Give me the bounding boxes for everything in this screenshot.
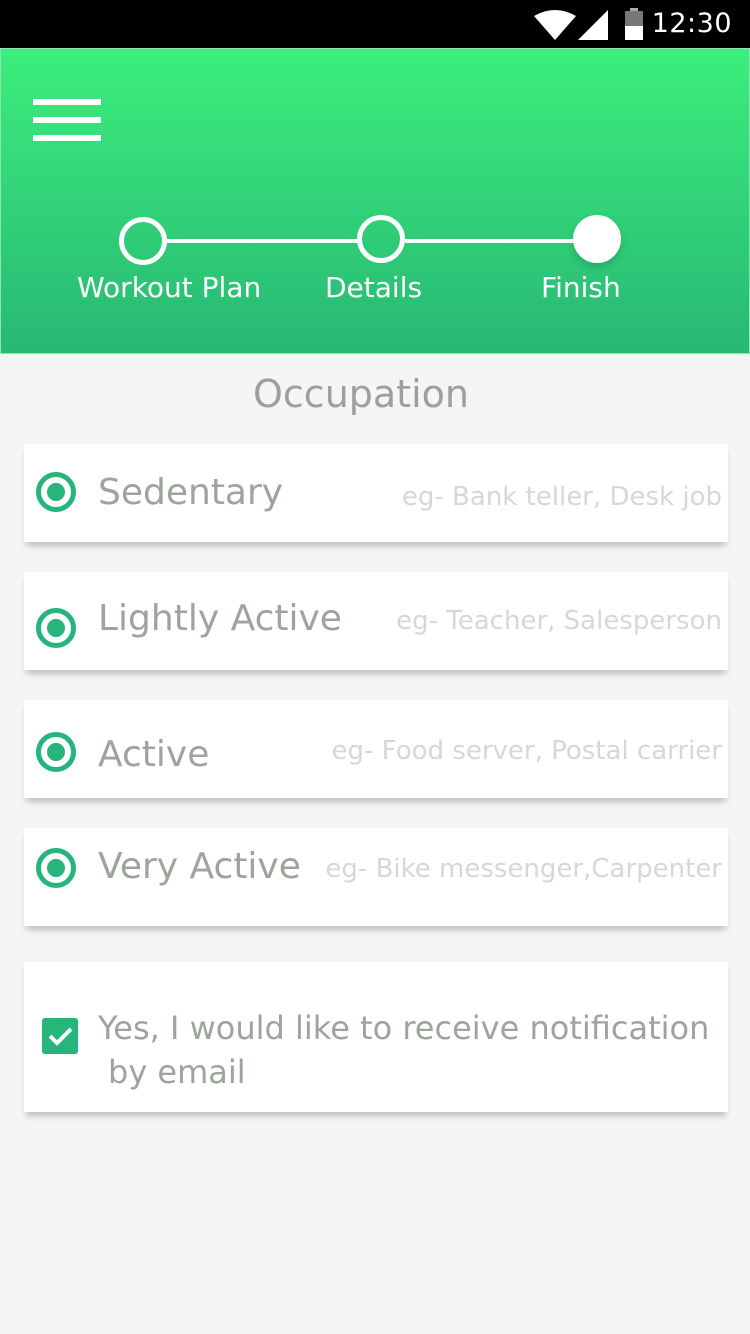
option-active[interactable]: Active eg- Food server, Postal carrier bbox=[24, 700, 728, 798]
notification-checkbox[interactable] bbox=[42, 1018, 78, 1054]
notification-line-1: Yes, I would like to receive notificatio… bbox=[98, 1009, 710, 1047]
radio-icon[interactable] bbox=[36, 732, 76, 772]
option-example: eg- Bike messenger,Carpenter bbox=[325, 854, 722, 884]
step-dot-workout-plan[interactable] bbox=[119, 217, 167, 265]
battery-icon bbox=[625, 8, 643, 40]
radio-icon[interactable] bbox=[36, 848, 76, 888]
option-sedentary[interactable]: Sedentary eg- Bank teller, Desk job bbox=[24, 444, 728, 542]
option-example: eg- Food server, Postal carrier bbox=[331, 736, 722, 766]
option-label: Active bbox=[98, 734, 210, 775]
option-label: Lightly Active bbox=[98, 598, 342, 639]
option-label: Sedentary bbox=[98, 472, 284, 513]
step-connector-1 bbox=[167, 239, 359, 243]
step-dot-finish[interactable] bbox=[573, 215, 621, 263]
notification-card: Yes, I would like to receive notificatio… bbox=[24, 962, 728, 1112]
occupation-title: Occupation bbox=[253, 372, 469, 416]
step-dot-details[interactable] bbox=[357, 215, 405, 263]
notification-line-2: by email bbox=[108, 1053, 246, 1091]
notification-label[interactable]: Yes, I would like to receive notificatio… bbox=[98, 1006, 718, 1094]
option-lightly-active[interactable]: Lightly Active eg- Teacher, Salesperson bbox=[24, 572, 728, 670]
checkmark-icon bbox=[48, 1027, 73, 1046]
option-example: eg- Teacher, Salesperson bbox=[396, 606, 722, 636]
radio-icon[interactable] bbox=[36, 608, 76, 648]
status-bar: 12:30 bbox=[0, 0, 750, 48]
hamburger-menu-icon[interactable] bbox=[33, 99, 103, 145]
option-very-active[interactable]: Very Active eg- Bike messenger,Carpenter bbox=[24, 828, 728, 926]
radio-icon[interactable] bbox=[36, 472, 76, 512]
cellular-signal-icon bbox=[578, 10, 608, 40]
step-label-workout-plan: Workout Plan bbox=[77, 271, 262, 304]
wifi-icon bbox=[534, 10, 576, 40]
step-label-details: Details bbox=[325, 271, 423, 304]
step-connector-2 bbox=[405, 239, 577, 243]
step-label-finish: Finish bbox=[541, 271, 621, 304]
status-time: 12:30 bbox=[651, 8, 732, 39]
option-label: Very Active bbox=[98, 846, 301, 887]
header: Workout Plan Details Finish bbox=[0, 48, 750, 354]
option-example: eg- Bank teller, Desk job bbox=[401, 482, 722, 512]
